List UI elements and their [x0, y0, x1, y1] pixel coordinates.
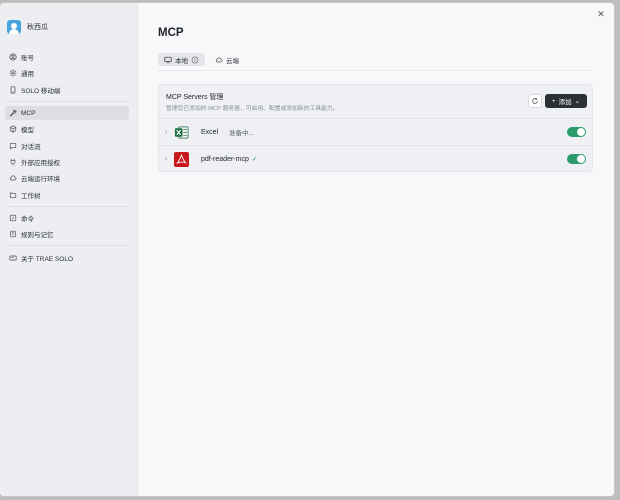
sidebar-item-label: 模型: [21, 127, 34, 134]
sidebar: 秋西瓜 账号 通用 SOLO 移动端 MCP 模型 对话流 外部应用授权 云端运…: [0, 3, 138, 496]
sidebar-divider: [7, 245, 129, 246]
sidebar-item-cloud-env[interactable]: 云端运行环境: [5, 171, 129, 185]
tab-cloud[interactable]: 云端: [209, 53, 245, 66]
add-button-label: 添加: [558, 99, 572, 106]
tab-bar: 本地 云端: [158, 53, 245, 66]
card-description: 管理您已添加的 MCP 服务器，可启用、配置或添加新的工具能力。: [166, 106, 339, 112]
sidebar-item-label: 账号: [21, 55, 34, 62]
profile[interactable]: 秋西瓜: [7, 20, 48, 34]
cube-icon: [9, 125, 17, 133]
command-icon: [9, 214, 17, 222]
server-row-excel[interactable]: › Excel 准备中...: [159, 118, 592, 145]
mcp-servers-card: MCP Servers 管理 管理您已添加的 MCP 服务器，可启用、配置或添加…: [158, 84, 593, 172]
sidebar-item-label: 规则与记忆: [21, 232, 54, 239]
tab-local[interactable]: 本地: [158, 53, 205, 66]
avatar: [7, 20, 21, 34]
sidebar-item-rules-memory[interactable]: 规则与记忆: [5, 227, 129, 241]
sidebar-item-general[interactable]: 通用: [5, 66, 129, 80]
server-toggle[interactable]: [567, 154, 586, 164]
plug-icon: [9, 158, 17, 166]
gear-icon: [9, 69, 17, 77]
check-icon: ✓: [251, 156, 258, 163]
plus-icon: +: [551, 97, 556, 105]
excel-icon: [174, 125, 189, 140]
page-title: MCP: [158, 27, 184, 39]
server-status: 准备中...: [229, 130, 254, 137]
folder-tree-icon: [9, 191, 17, 199]
sidebar-item-label: 命令: [21, 216, 34, 223]
server-name: pdf-reader-mcp ✓: [201, 156, 258, 163]
refresh-icon: [532, 97, 538, 104]
info-card-icon: [9, 254, 17, 262]
sidebar-item-worktree[interactable]: 工作树: [5, 188, 129, 202]
settings-window: 秋西瓜 账号 通用 SOLO 移动端 MCP 模型 对话流 外部应用授权 云端运…: [0, 3, 614, 496]
info-icon[interactable]: [191, 56, 199, 64]
tab-label: 云端: [226, 57, 239, 65]
close-icon[interactable]: ✕: [596, 9, 606, 19]
main-panel: ✕ MCP 本地 云端 MCP Servers 管理 管理您已添加的 MCP 服…: [139, 3, 614, 496]
sidebar-item-account[interactable]: 账号: [5, 50, 129, 64]
monitor-icon: [164, 56, 172, 63]
sidebar-item-label: 对话流: [21, 144, 41, 151]
server-name: Excel: [201, 128, 219, 136]
sidebar-item-label: 通用: [21, 71, 34, 78]
sidebar-item-commands[interactable]: 命令: [5, 211, 129, 225]
server-toggle[interactable]: [567, 127, 586, 137]
sidebar-item-mcp[interactable]: MCP: [5, 106, 129, 120]
sidebar-item-label: 工作树: [21, 193, 41, 200]
sidebar-item-label: SOLO 移动端: [21, 88, 61, 95]
pdf-icon: [174, 151, 189, 167]
sidebar-item-about[interactable]: 关于 TRAE SOLO: [5, 251, 129, 265]
sidebar-divider: [7, 206, 129, 207]
username: 秋西瓜: [27, 24, 48, 31]
sidebar-item-label: 云端运行环境: [21, 176, 60, 183]
book-icon: [9, 230, 17, 238]
chevron-right-icon[interactable]: ›: [165, 156, 167, 163]
server-row-pdf-reader[interactable]: › pdf-reader-mcp ✓: [159, 145, 592, 172]
tab-label: 本地: [175, 57, 188, 65]
sidebar-item-models[interactable]: 模型: [5, 122, 129, 136]
refresh-button[interactable]: [528, 94, 542, 108]
sidebar-item-external-auth[interactable]: 外部应用授权: [5, 155, 129, 169]
user-circle-icon: [9, 53, 17, 61]
chevron-right-icon[interactable]: ›: [165, 129, 167, 136]
sidebar-item-chat-flow[interactable]: 对话流: [5, 139, 129, 153]
wrench-icon: [9, 109, 17, 117]
mobile-icon: [9, 86, 17, 94]
add-server-button[interactable]: + 添加 ⌄: [545, 94, 587, 108]
cloud-icon: [215, 57, 223, 62]
sidebar-item-label: MCP: [21, 109, 36, 117]
cloud-icon: [9, 174, 17, 182]
sidebar-item-label: 外部应用授权: [21, 160, 60, 167]
tab-divider: [158, 70, 593, 71]
card-title: MCP Servers 管理: [166, 94, 224, 101]
chevron-down-icon: ⌄: [574, 98, 581, 105]
sidebar-item-label: 关于 TRAE SOLO: [21, 256, 74, 263]
sidebar-item-solo-mobile[interactable]: SOLO 移动端: [5, 83, 129, 97]
chat-icon: [9, 142, 17, 150]
sidebar-divider: [7, 101, 129, 102]
